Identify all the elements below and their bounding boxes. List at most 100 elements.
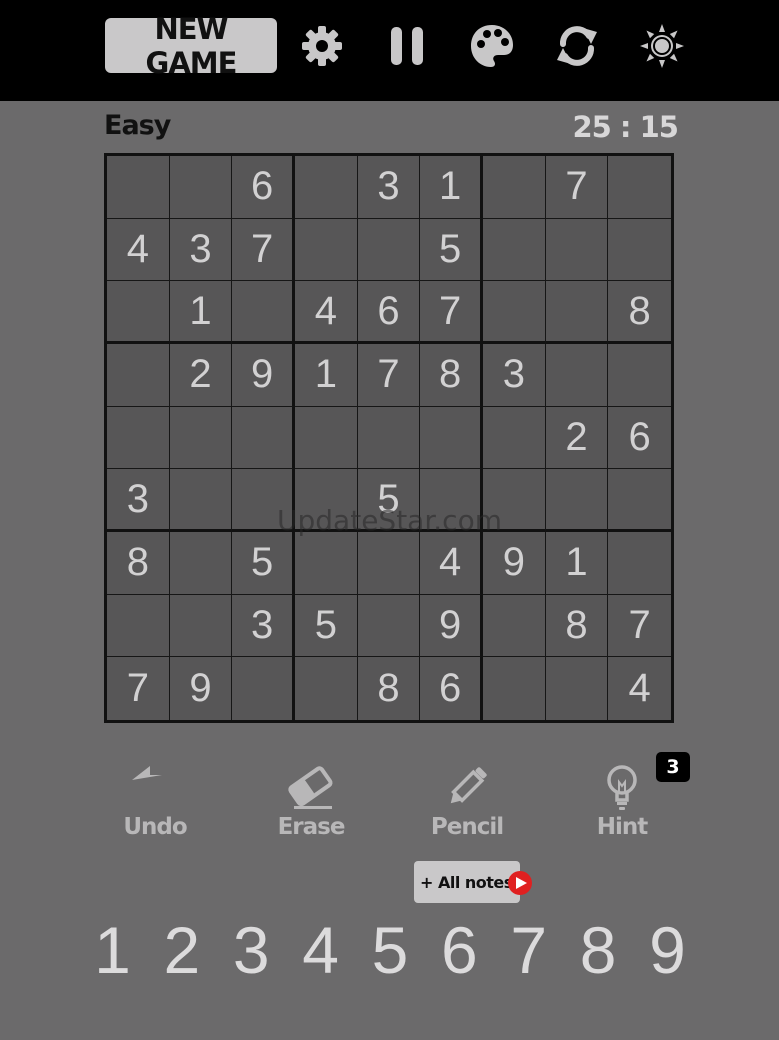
board-cell-r4-c1[interactable]: [107, 344, 170, 407]
board-cell-r9-c7[interactable]: [483, 657, 546, 720]
board-cell-r9-c5[interactable]: 8: [357, 657, 421, 720]
board-cell-r6-c1[interactable]: 3: [107, 469, 170, 532]
board-cell-r8-c9[interactable]: 7: [608, 594, 671, 658]
number-button-8[interactable]: 8: [564, 910, 633, 990]
board-cell-r6-c3[interactable]: [232, 469, 295, 532]
board-cell-r9-c3[interactable]: [232, 657, 295, 720]
board-cell-r1-c4[interactable]: [295, 156, 358, 219]
new-game-button[interactable]: NEW GAME: [105, 12, 277, 80]
board-cell-r9-c9[interactable]: 4: [608, 657, 671, 720]
board-cell-r2-c9[interactable]: [608, 218, 671, 282]
board-cell-r1-c2[interactable]: [169, 156, 233, 219]
board-cell-r7-c1[interactable]: 8: [107, 532, 170, 595]
board-cell-r4-c2[interactable]: 2: [169, 344, 233, 407]
board-cell-r4-c7[interactable]: 3: [483, 344, 546, 407]
board-cell-r4-c9[interactable]: [608, 344, 671, 407]
board-cell-r1-c5[interactable]: 3: [357, 156, 421, 219]
board-cell-r2-c6[interactable]: 5: [420, 218, 483, 282]
board-cell-r5-c9[interactable]: 6: [608, 406, 671, 470]
board-cell-r8-c1[interactable]: [107, 594, 170, 658]
board-cell-r5-c8[interactable]: 2: [545, 406, 609, 470]
board-cell-r1-c9[interactable]: [608, 156, 671, 219]
board-cell-r7-c2[interactable]: [169, 532, 233, 595]
number-button-4[interactable]: 4: [286, 910, 355, 990]
board-cell-r1-c1[interactable]: [107, 156, 170, 219]
board-cell-r4-c3[interactable]: 9: [232, 344, 295, 407]
board-cell-r5-c2[interactable]: [169, 406, 233, 470]
board-cell-r3-c4[interactable]: 4: [295, 281, 358, 344]
pause-icon[interactable]: [383, 22, 431, 70]
board-cell-r1-c8[interactable]: 7: [545, 156, 609, 219]
board-cell-r2-c5[interactable]: [357, 218, 421, 282]
board-cell-r3-c3[interactable]: [232, 281, 295, 344]
board-cell-r1-c7[interactable]: [483, 156, 546, 219]
board-cell-r5-c7[interactable]: [483, 406, 546, 470]
board-cell-r3-c2[interactable]: 1: [169, 281, 233, 344]
board-cell-r6-c7[interactable]: [483, 469, 546, 532]
board-cell-r4-c6[interactable]: 8: [420, 344, 483, 407]
board-cell-r3-c9[interactable]: 8: [608, 281, 671, 344]
board-cell-r9-c2[interactable]: 9: [169, 657, 233, 720]
board-cell-r9-c8[interactable]: [545, 657, 609, 720]
board-cell-r3-c5[interactable]: 6: [357, 281, 421, 344]
board-cell-r4-c4[interactable]: 1: [295, 344, 358, 407]
number-button-9[interactable]: 9: [633, 910, 702, 990]
board-cell-r8-c6[interactable]: 9: [420, 594, 483, 658]
board-cell-r6-c5[interactable]: 5: [357, 469, 421, 532]
board-cell-r8-c2[interactable]: [169, 594, 233, 658]
board-cell-r7-c7[interactable]: 9: [483, 532, 546, 595]
undo-button[interactable]: Undo: [100, 762, 210, 852]
board-cell-r9-c1[interactable]: 7: [107, 657, 170, 720]
number-button-1[interactable]: 1: [78, 910, 147, 990]
board-cell-r3-c6[interactable]: 7: [420, 281, 483, 344]
gear-icon[interactable]: [298, 22, 346, 70]
board-cell-r1-c6[interactable]: 1: [420, 156, 483, 219]
video-ad-icon[interactable]: [505, 870, 535, 896]
board-cell-r8-c7[interactable]: [483, 594, 546, 658]
board-cell-r1-c3[interactable]: 6: [232, 156, 295, 219]
board-cell-r5-c3[interactable]: [232, 406, 295, 470]
board-cell-r8-c3[interactable]: 3: [232, 594, 295, 658]
board-cell-r4-c5[interactable]: 7: [357, 344, 421, 407]
board-cell-r8-c8[interactable]: 8: [545, 594, 609, 658]
board-cell-r7-c4[interactable]: [295, 532, 358, 595]
board-cell-r2-c1[interactable]: 4: [107, 218, 170, 282]
number-button-3[interactable]: 3: [217, 910, 286, 990]
board-cell-r6-c2[interactable]: [169, 469, 233, 532]
board-cell-r2-c4[interactable]: [295, 218, 358, 282]
refresh-icon[interactable]: [553, 22, 601, 70]
board-cell-r7-c8[interactable]: 1: [545, 532, 609, 595]
board-cell-r2-c8[interactable]: [545, 218, 609, 282]
board-cell-r5-c5[interactable]: [357, 406, 421, 470]
board-cell-r2-c2[interactable]: 3: [169, 218, 233, 282]
board-cell-r9-c6[interactable]: 6: [420, 657, 483, 720]
number-button-2[interactable]: 2: [147, 910, 216, 990]
pencil-button[interactable]: Pencil: [412, 762, 522, 852]
board-cell-r6-c6[interactable]: [420, 469, 483, 532]
board-cell-r7-c6[interactable]: 4: [420, 532, 483, 595]
board-cell-r7-c3[interactable]: 5: [232, 532, 295, 595]
board-cell-r2-c7[interactable]: [483, 218, 546, 282]
board-cell-r5-c4[interactable]: [295, 406, 358, 470]
board-cell-r2-c3[interactable]: 7: [232, 218, 295, 282]
number-button-5[interactable]: 5: [356, 910, 425, 990]
board-cell-r3-c1[interactable]: [107, 281, 170, 344]
board-cell-r7-c5[interactable]: [357, 532, 421, 595]
palette-icon[interactable]: [468, 22, 516, 70]
erase-button[interactable]: Erase: [256, 762, 366, 852]
board-cell-r7-c9[interactable]: [608, 532, 671, 595]
number-button-6[interactable]: 6: [425, 910, 494, 990]
board-cell-r3-c7[interactable]: [483, 281, 546, 344]
board-cell-r5-c6[interactable]: [420, 406, 483, 470]
board-cell-r6-c4[interactable]: [295, 469, 358, 532]
board-cell-r6-c8[interactable]: [545, 469, 609, 532]
board-cell-r9-c4[interactable]: [295, 657, 358, 720]
sun-icon[interactable]: [638, 22, 686, 70]
board-cell-r8-c5[interactable]: [357, 594, 421, 658]
board-cell-r4-c8[interactable]: [545, 344, 609, 407]
board-cell-r8-c4[interactable]: 5: [295, 594, 358, 658]
board-cell-r5-c1[interactable]: [107, 406, 170, 470]
number-button-7[interactable]: 7: [494, 910, 563, 990]
board-cell-r6-c9[interactable]: [608, 469, 671, 532]
board-cell-r3-c8[interactable]: [545, 281, 609, 344]
